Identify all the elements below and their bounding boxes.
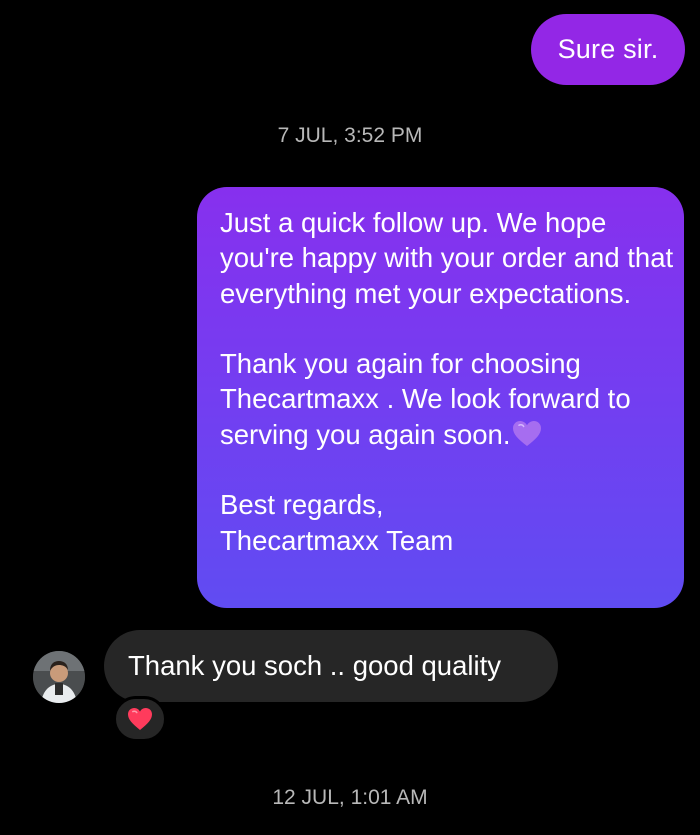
avatar[interactable] <box>33 651 85 703</box>
incoming-message-text: Thank you soch .. good quality <box>128 650 502 681</box>
outgoing-message-bubble[interactable]: Sure sir. <box>531 14 685 85</box>
incoming-message-bubble[interactable]: Thank you soch .. good quality <box>104 630 558 702</box>
user-avatar-icon <box>33 651 85 703</box>
message-timestamp: 12 JUL, 1:01 AM <box>272 786 428 809</box>
message-paragraph: Best regards, <box>220 489 384 521</box>
message-paragraph: Thecartmaxx Team <box>220 524 454 556</box>
outgoing-message-bubble[interactable]: Just a quick follow up. We hope you're h… <box>197 187 684 608</box>
outgoing-message-text: Sure sir. <box>557 34 659 64</box>
message-paragraph: Thank you again for choosing Thecartmaxx… <box>220 346 674 452</box>
reaction-badge[interactable] <box>113 696 167 742</box>
message-paragraph: Just a quick follow up. We hope you're h… <box>220 207 674 309</box>
message-timestamp: 7 JUL, 3:52 PM <box>277 124 423 147</box>
purple-heart-icon <box>512 420 542 447</box>
heart-icon <box>128 708 152 730</box>
message-paragraph-text: Thank you again for choosing Thecartmaxx… <box>220 348 631 450</box>
